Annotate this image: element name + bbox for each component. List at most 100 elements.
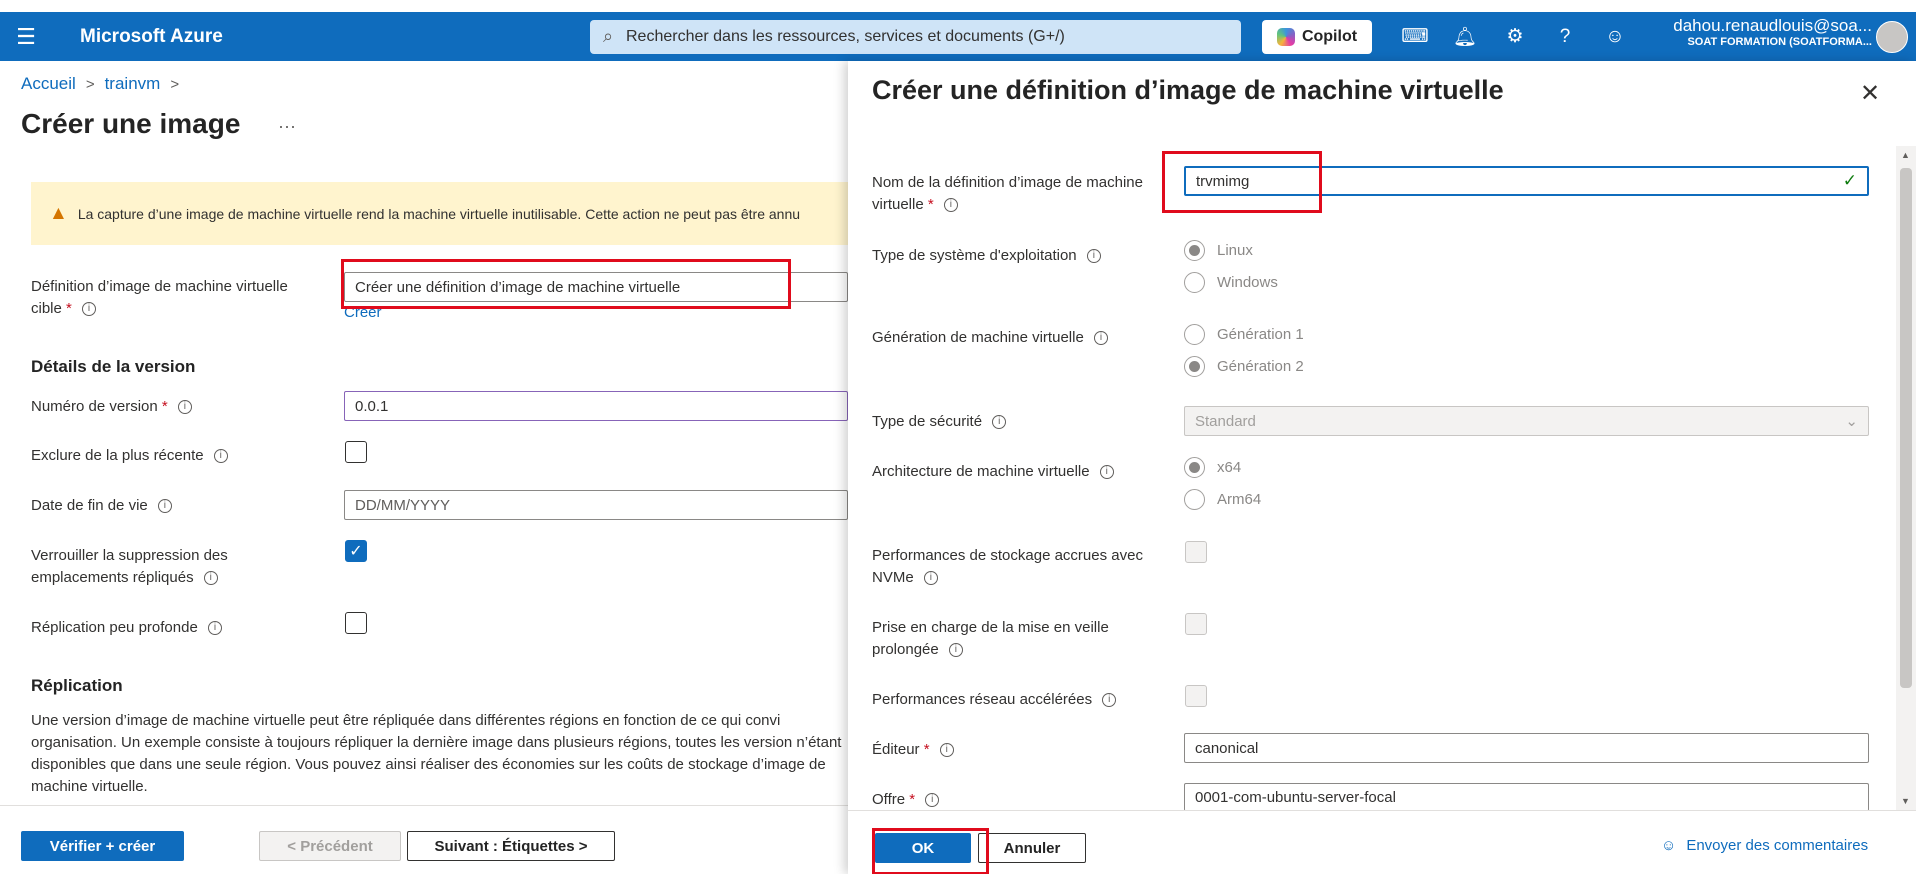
target-definition-label-line2: cible: [31, 300, 62, 317]
target-definition-label-line1: Définition d’image de machine virtuelle: [31, 278, 288, 295]
vm-generation-label: Génération de machine virtuelle i: [872, 327, 1108, 349]
required-asterisk: *: [161, 398, 168, 415]
warning-banner: ▲ La capture d’une image de machine virt…: [31, 182, 851, 245]
user-account[interactable]: dahou.renaudlouis@soa... SOAT FORMATION …: [1666, 16, 1872, 48]
warning-text: La capture d’une image de machine virtue…: [77, 205, 801, 222]
nvme-label-line1: Performances de stockage accrues avec: [872, 547, 1143, 564]
hibernate-label-line2: prolongée: [872, 641, 939, 658]
help-icon[interactable]: ?: [1540, 12, 1590, 61]
exclude-latest-checkbox[interactable]: [345, 441, 367, 463]
info-icon[interactable]: i: [939, 743, 954, 758]
radio-unselected: [1184, 272, 1205, 293]
shallow-replication-checkbox[interactable]: [345, 612, 367, 634]
settings-gear-icon[interactable]: ⚙: [1490, 12, 1540, 61]
end-of-life-label: Date de fin de vie i: [31, 495, 172, 517]
generation-radio-1[interactable]: Génération 1: [1184, 324, 1304, 345]
info-icon[interactable]: i: [82, 302, 97, 317]
more-options-icon[interactable]: ···: [278, 116, 296, 137]
warning-icon: ▲: [49, 202, 68, 224]
highlight-box-target-definition: [341, 259, 791, 309]
info-icon[interactable]: i: [948, 643, 963, 658]
security-type-select[interactable]: Standard ⌄: [1184, 406, 1869, 436]
os-type-label-text: Type de système d'exploitation: [872, 247, 1077, 264]
definition-name-label-line1: Nom de la définition d’image de machine: [872, 174, 1143, 191]
os-radio-windows[interactable]: Windows: [1184, 272, 1278, 293]
nvme-label: Performances de stockage accrues avec NV…: [872, 545, 1143, 589]
valid-checkmark-icon: ✓: [1842, 171, 1857, 190]
accelerated-networking-label-text: Performances réseau accélérées: [872, 691, 1093, 708]
os-type-label: Type de système d'exploitation i: [872, 245, 1101, 267]
info-icon[interactable]: i: [992, 415, 1007, 430]
cloud-shell-icon[interactable]: ⌨: [1390, 12, 1440, 61]
os-option-label: Windows: [1217, 274, 1278, 291]
replication-description: Une version d’image de machine virtuelle…: [31, 712, 842, 795]
copilot-button[interactable]: Copilot: [1262, 19, 1372, 54]
info-icon[interactable]: i: [203, 571, 218, 586]
info-icon[interactable]: i: [943, 198, 958, 213]
info-icon[interactable]: i: [177, 400, 192, 415]
panel-title: Créer une définition d’image de machine …: [872, 75, 1504, 105]
panel-footer: OK Annuler ☺ Envoyer des commentaires: [848, 810, 1916, 874]
info-icon[interactable]: i: [1099, 465, 1114, 480]
version-label: Numéro de version * i: [31, 396, 192, 418]
publisher-input[interactable]: canonical: [1184, 733, 1869, 763]
radio-selected: [1184, 356, 1205, 377]
vm-architecture-label-text: Architecture de machine virtuelle: [872, 463, 1090, 480]
avatar[interactable]: [1876, 21, 1908, 53]
info-icon[interactable]: i: [207, 621, 222, 636]
info-icon[interactable]: i: [923, 571, 938, 586]
version-details-heading: Détails de la version: [31, 357, 196, 376]
os-radio-linux[interactable]: Linux: [1184, 240, 1253, 261]
hibernate-checkbox[interactable]: [1185, 613, 1207, 635]
previous-button[interactable]: < Précédent: [259, 831, 401, 861]
end-of-life-date-input[interactable]: DD/MM/YYYY: [344, 490, 848, 520]
cancel-button[interactable]: Annuler: [978, 833, 1086, 863]
breadcrumb-separator: >: [170, 75, 180, 93]
version-number-input[interactable]: 0.0.1: [344, 391, 848, 421]
breadcrumb-trainvm[interactable]: trainvm: [105, 74, 161, 94]
info-icon[interactable]: i: [925, 793, 940, 808]
review-create-button[interactable]: Vérifier + créer: [21, 831, 184, 861]
top-strip: [0, 0, 1916, 12]
arch-option-label: x64: [1217, 459, 1242, 476]
lock-deletion-label-line1: Verrouiller la suppression des: [31, 547, 228, 564]
scrollbar-thumb[interactable]: [1900, 168, 1912, 688]
scroll-down-icon[interactable]: ▼: [1901, 796, 1910, 806]
radio-unselected: [1184, 489, 1205, 510]
definition-name-label: Nom de la définition d’image de machine …: [872, 172, 1143, 216]
search-icon: ⌕: [602, 26, 614, 46]
info-icon[interactable]: i: [1102, 693, 1117, 708]
generation-option-label: Génération 2: [1217, 358, 1304, 375]
lock-deletion-checkbox[interactable]: ✓: [345, 540, 367, 562]
brand-title[interactable]: Microsoft Azure: [80, 26, 560, 48]
top-bar: ☰ Microsoft Azure ⌕ Rechercher dans les …: [0, 0, 1916, 61]
shallow-replication-label: Réplication peu profonde i: [31, 617, 222, 639]
nvme-checkbox[interactable]: [1185, 541, 1207, 563]
scroll-up-icon[interactable]: ▲: [1901, 150, 1910, 160]
lock-deletion-label: Verrouiller la suppression des emplaceme…: [31, 545, 228, 589]
send-feedback-link[interactable]: ☺ Envoyer des commentaires: [1661, 837, 1868, 854]
generation-radio-2[interactable]: Génération 2: [1184, 356, 1304, 377]
info-icon[interactable]: i: [213, 449, 228, 464]
hibernate-label-line1: Prise en charge de la mise en veille: [872, 619, 1109, 636]
info-icon[interactable]: i: [157, 499, 172, 514]
next-tags-button[interactable]: Suivant : Étiquettes >: [407, 831, 615, 861]
search-box[interactable]: ⌕ Rechercher dans les ressources, servic…: [590, 19, 1241, 54]
breadcrumb-separator: >: [85, 75, 95, 93]
panel-scrollbar[interactable]: ▲ ▼: [1896, 146, 1916, 811]
highlight-box-definition-name: [1162, 151, 1322, 213]
notification-bell-icon[interactable]: 🔔︎: [1440, 12, 1490, 61]
breadcrumb-home[interactable]: Accueil: [21, 74, 76, 94]
hibernate-label: Prise en charge de la mise en veille pro…: [872, 617, 1109, 661]
info-icon[interactable]: i: [1086, 249, 1101, 264]
close-icon[interactable]: ✕: [1860, 79, 1880, 108]
accelerated-networking-checkbox[interactable]: [1185, 685, 1207, 707]
menu-icon[interactable]: ☰: [0, 12, 52, 61]
highlight-box-ok: [872, 828, 989, 874]
offer-input[interactable]: 0001-com-ubuntu-server-focal: [1184, 783, 1869, 811]
feedback-icon[interactable]: ☺: [1590, 12, 1640, 61]
info-icon[interactable]: i: [1093, 331, 1108, 346]
arch-radio-x64[interactable]: x64: [1184, 457, 1241, 478]
arch-radio-arm64[interactable]: Arm64: [1184, 489, 1261, 510]
radio-selected: [1184, 457, 1205, 478]
